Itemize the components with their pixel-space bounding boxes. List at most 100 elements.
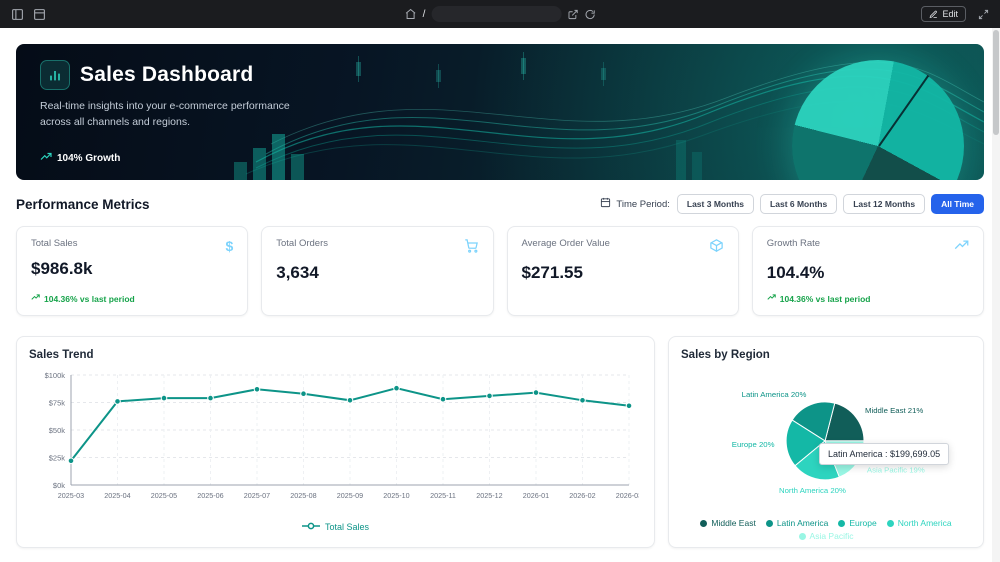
trend-up-icon	[954, 238, 969, 258]
trend-up-icon	[767, 293, 776, 304]
time-period-button-0[interactable]: Last 3 Months	[676, 194, 755, 214]
refresh-icon[interactable]	[584, 9, 595, 20]
legend-dot-icon	[700, 519, 708, 527]
line-legend-icon	[301, 522, 320, 532]
svg-text:2025-07: 2025-07	[244, 491, 270, 500]
legend-dot-icon	[838, 519, 846, 527]
metric-card-growth-rate: Growth Rate 104.4% 104.36% vs last perio…	[751, 226, 984, 316]
svg-text:Europe 20%: Europe 20%	[732, 440, 775, 449]
svg-text:Asia Pacific 19%: Asia Pacific 19%	[867, 465, 925, 474]
sales-trend-chart[interactable]: $0k $25k $50k $75k $100k 2025-03 2025-04 2025-0…	[29, 365, 643, 515]
legend-item-asia-pacific[interactable]: Asia Pacific	[798, 531, 854, 541]
url-field[interactable]	[431, 6, 562, 22]
hero-subtitle-line1: Real-time insights into your e-commerce …	[40, 100, 290, 112]
legend-dot-icon	[886, 519, 894, 527]
metric-value: 104.4%	[766, 263, 825, 282]
metric-delta: 104.36% vs last period	[767, 293, 969, 304]
svg-text:$50k: $50k	[49, 426, 66, 435]
time-period-button-2[interactable]: Last 12 Months	[843, 194, 926, 214]
svg-text:2025-08: 2025-08	[290, 491, 316, 500]
svg-text:Latin America 20%: Latin America 20%	[742, 390, 807, 399]
legend-label: Middle East	[711, 518, 756, 528]
svg-text:2026-02: 2026-02	[569, 491, 595, 500]
legend-label: Asia Pacific	[809, 531, 854, 541]
share-icon[interactable]	[567, 9, 578, 20]
svg-text:2025-12: 2025-12	[476, 491, 502, 500]
expand-icon[interactable]	[974, 5, 992, 23]
svg-text:2026-03: 2026-03	[616, 491, 639, 500]
svg-text:Middle East 21%: Middle East 21%	[865, 406, 923, 415]
hero-subtitle-line2: across all channels and regions.	[40, 116, 191, 129]
metric-card-total-sales: Total Sales $ $986.8k 104.36% vs last pe…	[16, 226, 249, 316]
metric-title: Total Orders	[276, 238, 328, 249]
sales-by-region-chart[interactable]: Middle East 21% Latin America 20% Europe 2…	[681, 365, 973, 511]
page-title: Sales Dashboard	[80, 63, 254, 86]
hero-growth-badge: 104% Growth	[40, 151, 120, 166]
url-path[interactable]: /	[423, 9, 426, 20]
hero-growth-label: 104% Growth	[57, 153, 121, 164]
legend-label: North America	[897, 518, 952, 528]
hero-subtitle: Real-time insights into your e-commerce …	[40, 98, 960, 131]
bar-chart-icon	[40, 60, 70, 90]
trend-up-icon	[31, 293, 40, 304]
metrics-header: Performance Metrics Time Period: Last 3 …	[16, 194, 984, 214]
svg-text:North America 20%: North America 20%	[779, 486, 846, 495]
legend-total-sales[interactable]: Total Sales	[29, 522, 642, 532]
line-legend-label: Total Sales	[324, 522, 370, 532]
dashboard-page: Sales Dashboard Real-time insights into …	[0, 28, 1000, 548]
svg-text:2026-01: 2026-01	[523, 491, 549, 500]
time-period-button-1[interactable]: Last 6 Months	[760, 194, 838, 214]
edit-button[interactable]: Edit	[921, 6, 966, 22]
hero-banner: Sales Dashboard Real-time insights into …	[16, 44, 984, 180]
svg-text:2025-11: 2025-11	[430, 491, 456, 500]
svg-text:2025-09: 2025-09	[337, 491, 363, 500]
trend-up-icon	[40, 151, 52, 166]
time-period-button-3[interactable]: All Time	[931, 194, 984, 214]
section-heading: Performance Metrics	[16, 196, 150, 212]
svg-text:2025-04: 2025-04	[104, 491, 130, 500]
svg-text:2025-06: 2025-06	[197, 491, 223, 500]
legend-item-middle-east[interactable]: Middle East	[700, 518, 756, 528]
legend-dot-icon	[798, 532, 806, 540]
svg-text:2025-05: 2025-05	[151, 491, 177, 500]
page-scrollbar[interactable]	[992, 28, 1000, 562]
pie-legend: Middle East Latin America Europe North Amer…	[681, 518, 971, 541]
dollar-icon: $	[225, 238, 234, 254]
time-period-label-wrap: Time Period:	[600, 197, 670, 211]
metric-value: $986.8k	[31, 259, 93, 278]
pie-chart-wrap: Middle East 21% Latin America 20% Europe 2…	[681, 365, 971, 516]
edit-button-label: Edit	[942, 9, 958, 19]
metric-delta-label: 104.36% vs last period	[779, 293, 871, 304]
calendar-icon	[600, 197, 611, 211]
svg-text:2025-10: 2025-10	[383, 491, 409, 500]
browser-chrome: / Edit	[0, 0, 1000, 28]
chart-title: Sales by Region	[681, 349, 770, 361]
panels-icon[interactable]	[30, 5, 48, 23]
metric-title: Growth Rate	[766, 238, 821, 249]
metric-value: $271.55	[521, 263, 583, 282]
sales-by-region-card: Sales by Region Middle East 21% Latin Ame…	[668, 336, 984, 548]
legend-item-europe[interactable]: Europe	[838, 518, 877, 528]
metric-card-average-order-value: Average Order Value $271.55	[506, 226, 739, 316]
metric-title: Average Order Value	[521, 238, 610, 249]
address-bar[interactable]: /	[405, 6, 596, 22]
scrollbar-thumb[interactable]	[993, 30, 999, 135]
legend-item-north-america[interactable]: North America	[886, 518, 952, 528]
chart-title: Sales Trend	[29, 349, 94, 361]
metric-card-total-orders: Total Orders 3,634	[261, 226, 494, 316]
package-icon	[709, 238, 724, 258]
charts-row: Sales Trend $0k $25k $50k $75k $100k 2025-03 2…	[16, 336, 984, 548]
pencil-icon	[929, 10, 938, 19]
sales-trend-card: Sales Trend $0k $25k $50k $75k $100k 2025-03 2…	[16, 336, 655, 548]
legend-dot-icon	[765, 519, 773, 527]
home-icon[interactable]	[405, 8, 417, 20]
time-period-group: Last 3 Months Last 6 Months Last 12 Months…	[676, 194, 984, 214]
sidebar-toggle-icon[interactable]	[8, 5, 26, 23]
svg-text:$100k: $100k	[45, 371, 66, 380]
legend-label: Latin America	[776, 518, 829, 528]
chart-tooltip: Latin America : $199,699.05	[819, 443, 950, 465]
legend-item-latin-america[interactable]: Latin America	[765, 518, 829, 528]
cart-icon	[464, 238, 479, 258]
metric-title: Total Sales	[31, 238, 78, 249]
svg-text:$0k: $0k	[53, 481, 65, 490]
